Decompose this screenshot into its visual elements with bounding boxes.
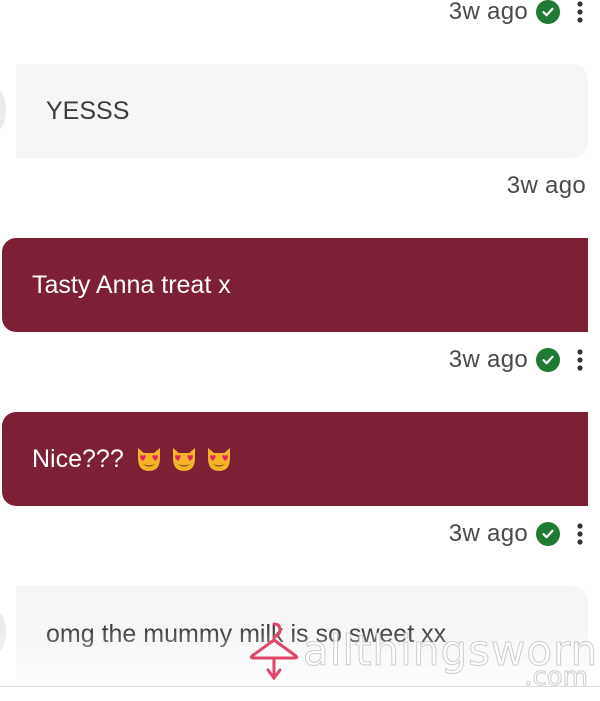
heart-eyes-cat-emoji (137, 448, 160, 471)
message-text: Nice??? (32, 444, 124, 473)
outgoing-message-bubble: Nice??? (2, 412, 588, 506)
incoming-message-bubble: YESSS (16, 64, 588, 158)
read-check-icon (536, 522, 560, 546)
read-check-icon (536, 0, 560, 24)
message-text: Tasty Anna treat x (32, 270, 231, 299)
incoming-message-bubble: omg the mummy milk is so sweet xx (16, 586, 588, 686)
heart-eyes-cat-emoji (172, 448, 195, 471)
avatar[interactable] (0, 90, 6, 130)
message-timestamp: 3w ago (448, 0, 528, 25)
heart-eyes-cat-emoji (207, 448, 230, 471)
message-options-icon[interactable] (560, 340, 600, 380)
message-meta: 3w ago (449, 514, 600, 554)
message-timestamp: 3w ago (448, 346, 528, 373)
message-text: omg the mummy milk is so sweet xx (46, 620, 447, 648)
message-meta: 3w ago (449, 340, 600, 380)
message-options-icon[interactable] (560, 0, 600, 32)
avatar[interactable] (0, 612, 6, 652)
message-meta: 3w ago (507, 166, 586, 206)
message-options-icon[interactable] (560, 514, 600, 554)
message-timestamp: 3w ago (448, 520, 528, 547)
message-meta: 3w ago (449, 0, 600, 32)
outgoing-message-bubble: Tasty Anna treat x (2, 238, 588, 332)
message-timestamp: 3w ago (506, 172, 586, 199)
read-check-icon (536, 348, 560, 372)
message-text: YESSS (46, 96, 130, 125)
composer-bar (0, 686, 600, 701)
